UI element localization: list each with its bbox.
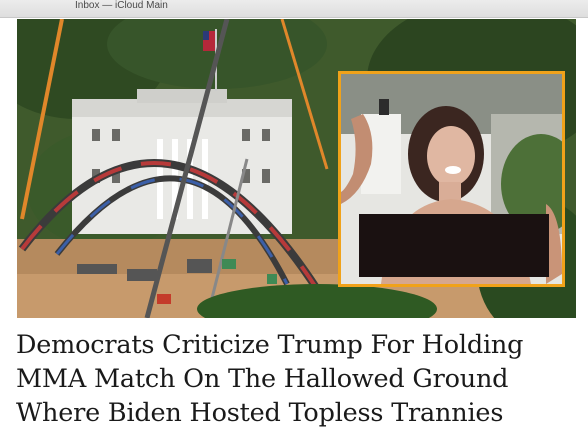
window-title: Inbox — iCloud Main xyxy=(75,0,168,11)
headline-line: Where Biden Hosted Topless Trannies xyxy=(16,398,504,428)
window-titlebar: Inbox — iCloud Main xyxy=(0,0,588,18)
article-headline[interactable]: Democrats Criticize Trump For Holding MM… xyxy=(16,328,576,430)
headline-line: MMA Match On The Hallowed Ground xyxy=(16,364,509,394)
article-hero-image xyxy=(17,19,576,318)
headline-line: Democrats Criticize Trump For Holding xyxy=(16,330,524,360)
inset-photo xyxy=(338,71,565,287)
censor-bar xyxy=(359,214,549,277)
